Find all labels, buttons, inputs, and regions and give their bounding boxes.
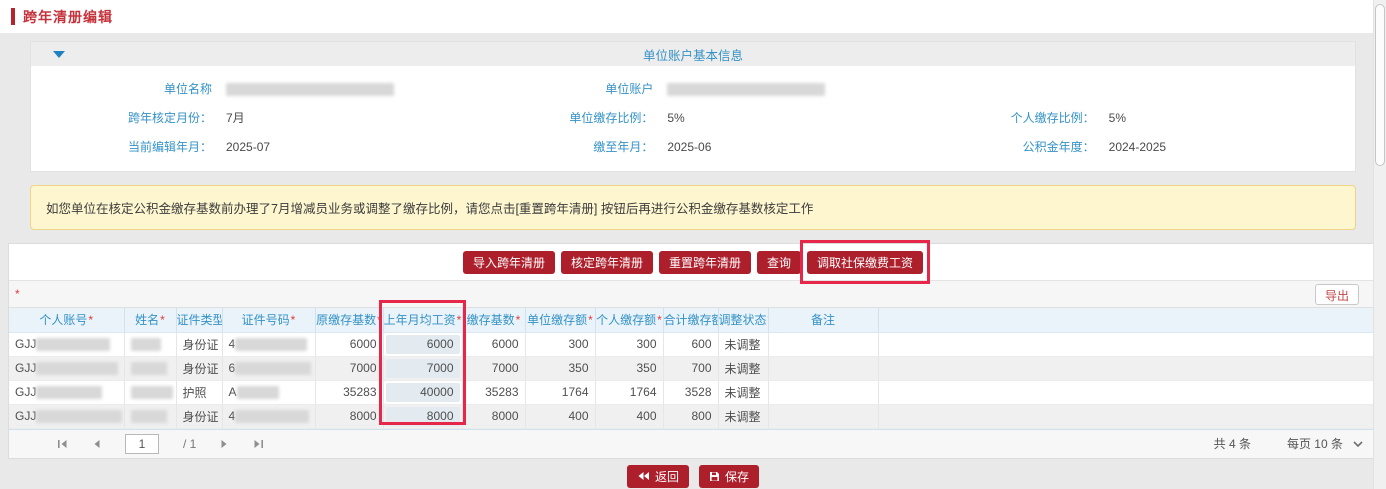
col-header-name[interactable]: 姓名*	[124, 308, 176, 332]
field-edit-month: 当前编辑年月： 2025-07	[31, 132, 472, 161]
title-accent-bar	[11, 8, 15, 25]
col-header-personal-amount[interactable]: 个人缴存额*	[595, 308, 663, 332]
field-personal-ratio: 个人缴存比例： 5%	[914, 103, 1355, 132]
panel-header: 单位账户基本信息	[31, 42, 1355, 66]
roster-table: 个人账号* 姓名* 证件类型* 证件号码* 原缴存基数* 上年月均工资* 缴存基…	[9, 308, 1377, 429]
prev-page-icon[interactable]	[92, 439, 101, 449]
table-row: GJJ 身份证 4 6000 6000 6000 300 300 600 未调整	[9, 332, 1377, 356]
avg-salary-input[interactable]: 8000	[386, 407, 460, 426]
col-header-base[interactable]: 缴存基数*	[462, 308, 525, 332]
field-audit-month: 跨年核定月份： 7月	[31, 103, 472, 132]
total-count-label: 共 4 条	[1214, 435, 1251, 452]
export-button[interactable]: 导出	[1315, 284, 1359, 305]
field-paid-to-month: 缴至年月： 2025-06	[472, 132, 913, 161]
table-row: GJJ 身份证 6 7000 7000 7000 350 350 700 未调整	[9, 356, 1377, 380]
page-title: 跨年清册编辑	[23, 7, 113, 27]
col-header-adjust-status[interactable]: 调整状态*	[718, 308, 768, 332]
redacted-unit-account	[667, 83, 825, 96]
next-page-icon[interactable]	[220, 439, 229, 449]
action-button-row: 导入跨年清册 核定跨年清册 重置跨年清册 查询 调取社保缴费工资	[9, 244, 1377, 281]
avg-salary-input[interactable]: 7000	[386, 359, 460, 378]
table-row: GJJ 护照 A 35283 40000 35283 1764 1764 352…	[9, 380, 1377, 404]
grid-toolbar: * 导出	[9, 281, 1377, 308]
roster-grid-section: 导入跨年清册 核定跨年清册 重置跨年清册 查询 调取社保缴费工资 * 导出 个人…	[8, 243, 1378, 459]
col-header-remark[interactable]: 备注	[768, 308, 878, 332]
avg-salary-input[interactable]: 40000	[386, 383, 460, 402]
page-indicator: / 1	[183, 437, 196, 451]
last-page-icon[interactable]	[253, 439, 264, 449]
chevron-down-icon	[1353, 441, 1363, 447]
field-unit-ratio: 单位缴存比例： 5%	[472, 103, 913, 132]
field-unit-account: 单位账户	[472, 74, 913, 103]
back-button[interactable]: 返回	[627, 465, 689, 488]
scrollbar-track[interactable]	[1373, 0, 1386, 489]
col-header-cert-type[interactable]: 证件类型*	[176, 308, 222, 332]
save-button[interactable]: 保存	[699, 465, 759, 488]
table-header-row: 个人账号* 姓名* 证件类型* 证件号码* 原缴存基数* 上年月均工资* 缴存基…	[9, 308, 1377, 332]
query-button[interactable]: 查询	[757, 251, 801, 274]
footer-actions: 返回 保存	[0, 465, 1386, 488]
col-header-filler	[878, 308, 1377, 332]
title-bar: 跨年清册编辑	[0, 0, 1386, 33]
col-header-total-amount[interactable]: 合计缴存额*	[663, 308, 718, 332]
rewind-icon	[637, 471, 650, 481]
pagination-bar: / 1 共 4 条 每页 10 条	[9, 429, 1377, 458]
col-header-unit-amount[interactable]: 单位缴存额*	[525, 308, 595, 332]
scrollbar-thumb[interactable]	[1375, 4, 1385, 166]
import-roster-button[interactable]: 导入跨年清册	[463, 251, 555, 274]
page-number-input[interactable]	[125, 434, 159, 454]
reset-roster-button[interactable]: 重置跨年清册	[659, 251, 751, 274]
col-header-personal-account[interactable]: 个人账号*	[9, 308, 124, 332]
avg-salary-input[interactable]: 6000	[386, 335, 460, 354]
col-header-last-year-avg-salary[interactable]: 上年月均工资*	[383, 308, 462, 332]
field-fund-year: 公积金年度： 2024-2025	[914, 132, 1355, 161]
table-row: GJJ 身份证 4 8000 8000 8000 400 400 800 未调整	[9, 404, 1377, 428]
panel-body: 单位名称 单位账户 跨年核定月份： 7月 单位缴存比例： 5% 个人缴存比例： …	[31, 66, 1355, 171]
collapse-arrow-icon[interactable]	[53, 51, 65, 58]
redacted-unit-name	[226, 83, 394, 96]
col-header-old-base[interactable]: 原缴存基数*	[315, 308, 383, 332]
page-size-select[interactable]: 每页 10 条	[1287, 435, 1363, 452]
warning-banner: 如您单位在核定公积金缴存基数前办理了7月增减员业务或调整了缴存比例，请您点击[重…	[30, 185, 1356, 230]
field-unit-name: 单位名称	[31, 74, 472, 103]
first-page-icon[interactable]	[57, 439, 68, 449]
unit-account-info-panel: 单位账户基本信息 单位名称 单位账户 跨年核定月份： 7月 单位缴存比例： 5%…	[30, 41, 1356, 172]
save-icon	[709, 471, 720, 482]
panel-title: 单位账户基本信息	[31, 45, 1355, 64]
audit-roster-button[interactable]: 核定跨年清册	[561, 251, 653, 274]
required-marker: *	[15, 287, 20, 301]
fetch-social-security-salary-button[interactable]: 调取社保缴费工资	[807, 251, 923, 274]
col-header-cert-no[interactable]: 证件号码*	[222, 308, 315, 332]
